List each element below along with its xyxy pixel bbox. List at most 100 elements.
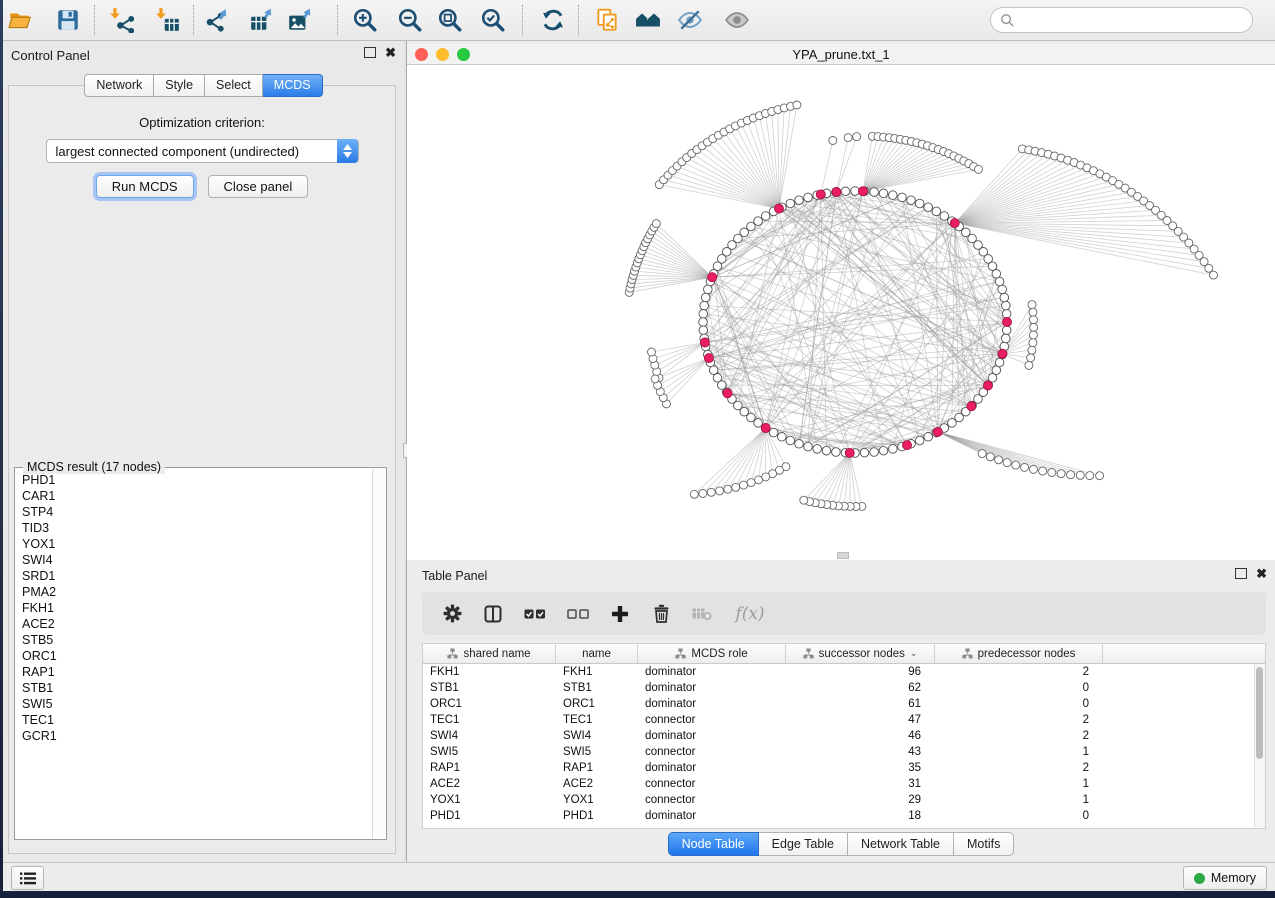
table-cell[interactable]: PHD1 bbox=[423, 808, 556, 824]
table-cell[interactable]: dominator bbox=[638, 728, 786, 744]
tab-node-table[interactable]: Node Table bbox=[668, 832, 759, 856]
table-cell[interactable]: PHD1 bbox=[556, 808, 638, 824]
mcds-result-item[interactable]: RAP1 bbox=[16, 664, 373, 680]
table-cell[interactable]: 35 bbox=[786, 760, 935, 776]
table-cell[interactable]: 61 bbox=[786, 696, 935, 712]
select-all-columns-icon[interactable] bbox=[524, 604, 546, 624]
tab-edge-table[interactable]: Edge Table bbox=[759, 832, 848, 856]
search-field[interactable] bbox=[990, 7, 1253, 33]
table-cell[interactable]: dominator bbox=[638, 664, 786, 680]
table-cell[interactable]: 2 bbox=[935, 760, 1103, 776]
zoom-selected-icon[interactable] bbox=[480, 7, 506, 33]
result-scrollbar[interactable] bbox=[372, 469, 385, 838]
mcds-result-item[interactable]: SWI5 bbox=[16, 696, 373, 712]
delete-columns-icon[interactable] bbox=[651, 604, 671, 624]
table-cell[interactable]: ORC1 bbox=[423, 696, 556, 712]
table-cell[interactable]: connector bbox=[638, 792, 786, 808]
mcds-result-item[interactable]: PMA2 bbox=[16, 584, 373, 600]
table-cell[interactable]: 2 bbox=[935, 664, 1103, 680]
table-cell[interactable]: connector bbox=[638, 712, 786, 728]
table-cell[interactable]: STB1 bbox=[556, 680, 638, 696]
table-row[interactable]: ACE2ACE2connector311 bbox=[423, 776, 1255, 792]
import-network-icon[interactable] bbox=[109, 7, 135, 33]
table-cell[interactable]: connector bbox=[638, 776, 786, 792]
table-cell[interactable]: 0 bbox=[935, 808, 1103, 824]
mcds-result-item[interactable]: ACE2 bbox=[16, 616, 373, 632]
tab-style[interactable]: Style bbox=[154, 74, 205, 97]
table-cell[interactable]: 1 bbox=[935, 744, 1103, 760]
table-cell[interactable]: 2 bbox=[935, 728, 1103, 744]
table-cell[interactable]: dominator bbox=[638, 808, 786, 824]
table-cell[interactable]: YOX1 bbox=[423, 792, 556, 808]
mcds-result-list[interactable]: PHD1CAR1STP4TID3YOX1SWI4SRD1PMA2FKH1ACE2… bbox=[16, 470, 373, 838]
table-cell[interactable]: 47 bbox=[786, 712, 935, 728]
run-mcds-button[interactable]: Run MCDS bbox=[96, 175, 194, 198]
create-column-icon[interactable] bbox=[610, 604, 630, 624]
table-cell[interactable]: 18 bbox=[786, 808, 935, 824]
table-cell[interactable]: SWI5 bbox=[556, 744, 638, 760]
table-cell[interactable]: 1 bbox=[935, 776, 1103, 792]
table-cell[interactable]: 62 bbox=[786, 680, 935, 696]
table-cell[interactable]: 1 bbox=[935, 792, 1103, 808]
table-cell[interactable]: TEC1 bbox=[423, 712, 556, 728]
table-row[interactable]: PHD1PHD1dominator180 bbox=[423, 808, 1255, 824]
table-cell[interactable]: 96 bbox=[786, 664, 935, 680]
column-header-successor-nodes[interactable]: successor nodes⌄ bbox=[786, 644, 935, 663]
mcds-result-item[interactable]: ORC1 bbox=[16, 648, 373, 664]
table-cell[interactable]: dominator bbox=[638, 696, 786, 712]
tab-select[interactable]: Select bbox=[205, 74, 263, 97]
table-row[interactable]: STB1STB1dominator620 bbox=[423, 680, 1255, 696]
column-header-MCDS-role[interactable]: MCDS role bbox=[638, 644, 786, 663]
split-pane-handle[interactable] bbox=[837, 552, 849, 559]
table-cell[interactable]: 31 bbox=[786, 776, 935, 792]
network-graph[interactable] bbox=[407, 65, 1274, 560]
table-row[interactable]: ORC1ORC1dominator610 bbox=[423, 696, 1255, 712]
mcds-result-item[interactable]: TEC1 bbox=[16, 712, 373, 728]
open-file-icon[interactable] bbox=[7, 7, 33, 33]
table-cell[interactable]: dominator bbox=[638, 760, 786, 776]
first-neighbors-icon[interactable] bbox=[635, 7, 661, 33]
zoom-in-icon[interactable] bbox=[352, 7, 378, 33]
clone-network-icon[interactable] bbox=[594, 7, 620, 33]
export-image-icon[interactable] bbox=[287, 7, 313, 33]
float-panel-icon[interactable] bbox=[364, 47, 376, 58]
close-table-panel-icon[interactable]: ✖ bbox=[1256, 568, 1267, 579]
table-row[interactable]: RAP1RAP1dominator352 bbox=[423, 760, 1255, 776]
table-cell[interactable]: RAP1 bbox=[556, 760, 638, 776]
table-cell[interactable]: ACE2 bbox=[556, 776, 638, 792]
table-cell[interactable]: YOX1 bbox=[556, 792, 638, 808]
table-options-icon[interactable] bbox=[442, 604, 462, 624]
table-scrollbar-thumb[interactable] bbox=[1256, 667, 1263, 759]
table-cell[interactable]: ACE2 bbox=[423, 776, 556, 792]
mcds-result-item[interactable]: STP4 bbox=[16, 504, 373, 520]
mcds-result-item[interactable]: TID3 bbox=[16, 520, 373, 536]
column-header-predecessor-nodes[interactable]: predecessor nodes bbox=[935, 644, 1103, 663]
close-panel-icon[interactable]: ✖ bbox=[385, 47, 396, 58]
mcds-result-item[interactable]: STB5 bbox=[16, 632, 373, 648]
column-header-shared-name[interactable]: shared name bbox=[423, 644, 556, 663]
table-cell[interactable]: 43 bbox=[786, 744, 935, 760]
table-cell[interactable]: dominator bbox=[638, 680, 786, 696]
table-cell[interactable]: connector bbox=[638, 744, 786, 760]
tab-mcds[interactable]: MCDS bbox=[263, 74, 323, 97]
mcds-result-item[interactable]: STB1 bbox=[16, 680, 373, 696]
table-cell[interactable]: SWI4 bbox=[423, 728, 556, 744]
table-cell[interactable]: ORC1 bbox=[556, 696, 638, 712]
show-columns-icon[interactable] bbox=[483, 604, 503, 624]
table-cell[interactable]: 2 bbox=[935, 712, 1103, 728]
save-session-icon[interactable] bbox=[55, 7, 81, 33]
unselect-all-columns-icon[interactable] bbox=[567, 604, 589, 624]
export-network-icon[interactable] bbox=[204, 7, 230, 33]
export-table-icon[interactable] bbox=[249, 7, 275, 33]
table-row[interactable]: TEC1TEC1connector472 bbox=[423, 712, 1255, 728]
table-cell[interactable]: 46 bbox=[786, 728, 935, 744]
mcds-result-item[interactable]: FKH1 bbox=[16, 600, 373, 616]
table-cell[interactable]: SWI5 bbox=[423, 744, 556, 760]
table-row[interactable]: SWI4SWI4dominator462 bbox=[423, 728, 1255, 744]
network-view-canvas[interactable] bbox=[407, 65, 1275, 560]
table-cell[interactable]: 0 bbox=[935, 696, 1103, 712]
table-cell[interactable]: SWI4 bbox=[556, 728, 638, 744]
zoom-fit-icon[interactable] bbox=[437, 7, 463, 33]
mcds-result-item[interactable]: CAR1 bbox=[16, 488, 373, 504]
tab-network[interactable]: Network bbox=[84, 74, 154, 97]
